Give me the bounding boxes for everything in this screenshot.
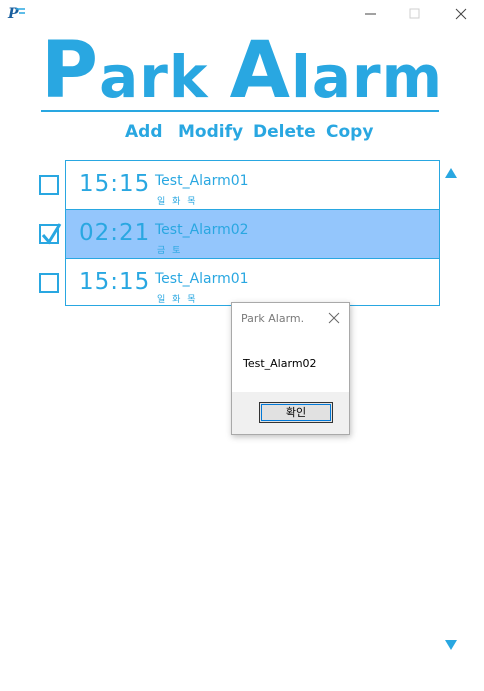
alarm-row-selected[interactable]: 02:21 Test_Alarm02 금 토 bbox=[66, 210, 439, 258]
app-title: Park Alarm bbox=[0, 28, 484, 120]
close-icon bbox=[328, 312, 340, 324]
alarm-row[interactable]: 15:15 Test_Alarm01 일 화 목 bbox=[66, 161, 439, 209]
minimize-button[interactable] bbox=[361, 4, 381, 24]
checkmark-icon bbox=[41, 223, 62, 245]
alarm-name: Test_Alarm01 bbox=[155, 271, 249, 287]
close-icon bbox=[455, 8, 467, 20]
alarm-time: 02:21 bbox=[79, 220, 151, 246]
message-dialog: Park Alarm. Test_Alarm02 확인 bbox=[231, 302, 350, 435]
dialog-message: Test_Alarm02 bbox=[243, 357, 317, 370]
ok-button[interactable]: 확인 bbox=[259, 402, 333, 423]
triangle-down-icon bbox=[445, 640, 457, 650]
alarm-name: Test_Alarm02 bbox=[155, 222, 249, 238]
dialog-close-button[interactable] bbox=[327, 310, 341, 324]
alarm-time: 15:15 bbox=[79, 269, 151, 295]
alarm-time: 15:15 bbox=[79, 171, 151, 197]
title-text: larm bbox=[291, 43, 444, 111]
alarm-name: Test_Alarm01 bbox=[155, 173, 249, 189]
alarm-list: 15:15 Test_Alarm01 일 화 목 02:21 Test_Alar… bbox=[65, 160, 440, 306]
scroll-up-button[interactable] bbox=[444, 164, 458, 178]
copy-button[interactable]: Copy bbox=[326, 122, 373, 142]
modify-button[interactable]: Modify bbox=[178, 122, 243, 142]
title-divider bbox=[41, 110, 439, 112]
dialog-title: Park Alarm. bbox=[241, 312, 305, 325]
park-alarm-logo-icon: P bbox=[7, 5, 27, 22]
title-letter: P bbox=[40, 26, 100, 116]
dialog-footer: 확인 bbox=[232, 392, 349, 434]
maximize-button[interactable] bbox=[405, 4, 425, 24]
maximize-icon bbox=[409, 8, 420, 19]
alarm-checkbox[interactable] bbox=[39, 273, 59, 293]
add-button[interactable]: Add bbox=[125, 122, 163, 142]
alarm-checkbox[interactable] bbox=[39, 223, 62, 245]
alarm-row[interactable]: 15:15 Test_Alarm01 일 화 목 bbox=[66, 259, 439, 307]
scroll-down-button[interactable] bbox=[444, 636, 458, 650]
alarm-days: 일 화 목 bbox=[157, 295, 198, 305]
triangle-up-icon bbox=[445, 168, 457, 178]
alarm-checkbox[interactable] bbox=[39, 175, 59, 195]
close-button[interactable] bbox=[451, 4, 471, 24]
minimize-icon bbox=[365, 13, 376, 15]
alarm-days: 일 화 목 bbox=[157, 197, 198, 207]
alarm-days: 금 토 bbox=[157, 246, 183, 256]
toolbar: Add Modify Delete Copy bbox=[0, 122, 484, 148]
title-letter: A bbox=[229, 26, 291, 116]
delete-button[interactable]: Delete bbox=[253, 122, 316, 142]
title-text: ark bbox=[99, 43, 209, 111]
